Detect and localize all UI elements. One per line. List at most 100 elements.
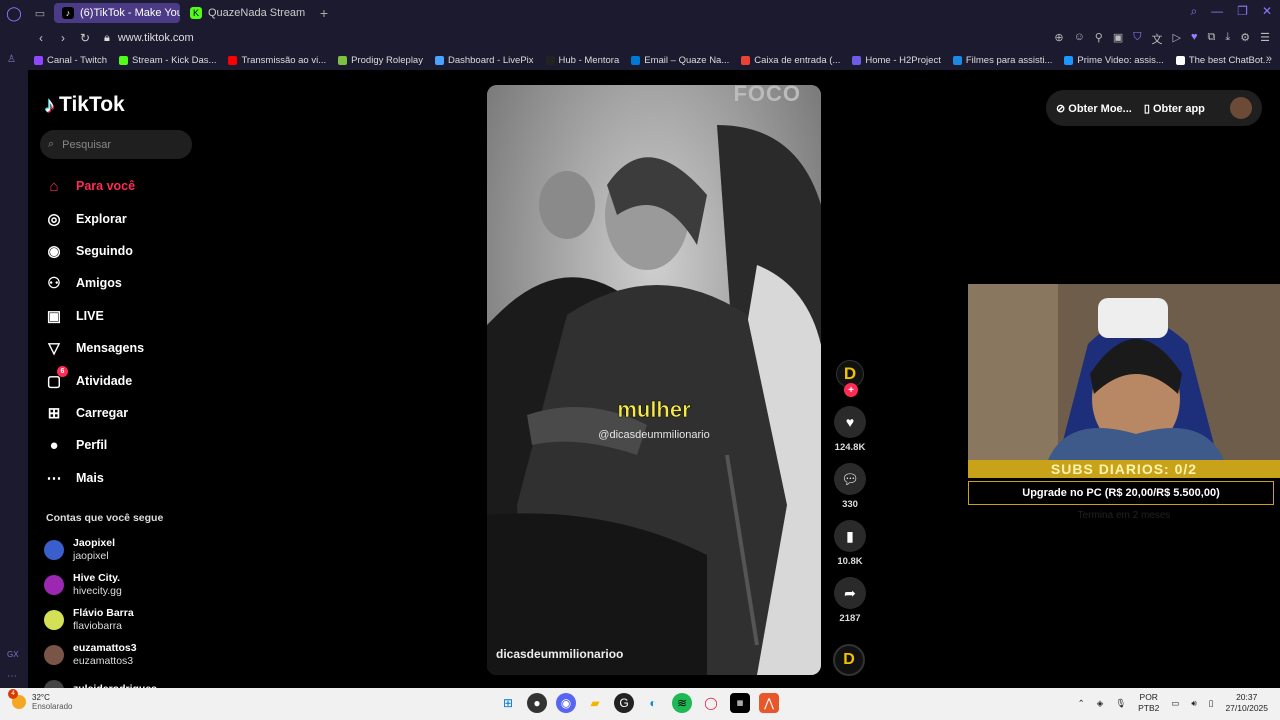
user-avatar[interactable] xyxy=(1230,97,1252,119)
bookmark-item[interactable]: Prime Video: assis... xyxy=(1064,55,1164,66)
bookmark-item[interactable]: Hub - Mentora xyxy=(545,55,619,66)
bookmark-item[interactable]: Dashboard - LivePix xyxy=(434,55,534,66)
sidebar-gx-icon[interactable]: GX xyxy=(7,650,19,659)
video-author[interactable]: dicasdeummilionarioo xyxy=(496,647,623,661)
app-g-icon[interactable]: G xyxy=(614,693,634,713)
tray-chevron-icon[interactable]: ⌃ xyxy=(1078,698,1085,709)
network-icon[interactable]: ▭ xyxy=(1171,698,1179,709)
bookmark-item[interactable]: Filmes para assisti... xyxy=(952,55,1052,66)
window-controls: ⌕ — ❐ ✕ xyxy=(1190,4,1272,19)
bookmark-item[interactable]: Stream - Kick Das... xyxy=(119,55,216,66)
pin-icon[interactable]: ⚲ xyxy=(1095,31,1103,47)
nav-item-messages[interactable]: ▽ Mensagens xyxy=(44,332,204,364)
nav-item-following[interactable]: ◉ Seguindo xyxy=(44,235,204,267)
follow-plus-icon[interactable]: + xyxy=(844,383,858,397)
settings-icon[interactable]: ⚙ xyxy=(1240,31,1250,47)
following-account[interactable]: euzamattos3 euzamattos3 xyxy=(44,637,214,672)
obs-icon[interactable]: ● xyxy=(527,693,547,713)
app-a-icon[interactable]: ⋀ xyxy=(759,693,779,713)
comment-button[interactable]: 💬︎ xyxy=(834,463,866,495)
reload-icon[interactable]: ↻ xyxy=(76,31,94,45)
battery-icon[interactable]: ▯ xyxy=(1209,698,1214,709)
following-account[interactable]: zuleiderodrigues... xyxy=(44,672,214,688)
search-input[interactable]: ⌕ Pesquisar xyxy=(40,130,192,159)
forward-icon[interactable]: › xyxy=(54,31,72,45)
bookmark-icon: ▮ xyxy=(846,527,854,544)
translate-icon[interactable]: 文 xyxy=(1152,31,1163,47)
save-button[interactable]: ▮ xyxy=(834,520,866,552)
notification-badge: 6 xyxy=(57,366,68,378)
bookmark-item[interactable]: Canal - Twitch xyxy=(34,55,107,66)
download-icon[interactable]: ⤓ xyxy=(1225,31,1230,47)
extensions-icon[interactable]: ⧉ xyxy=(1208,31,1216,47)
sidebar-more-icon[interactable]: ⋯ xyxy=(7,671,17,682)
opera-icon[interactable]: ◯ xyxy=(701,693,721,713)
nav-item-compass[interactable]: ◎ Explorar xyxy=(44,202,204,234)
nav-item-profile[interactable]: ● Perfil xyxy=(44,429,204,461)
mic-icon[interactable]: 🎙︎ xyxy=(1115,698,1126,709)
bookmarks-more-icon[interactable]: » xyxy=(1266,53,1272,65)
following-account[interactable]: Flávio Barra flaviobarra xyxy=(44,602,214,637)
upgrade-goal: Upgrade no PC (R$ 20,00/R$ 5.500,00) xyxy=(968,481,1274,505)
browser-sidebar: ♙ GX ⋯ xyxy=(0,26,28,688)
following-account[interactable]: Jaopixel jaopixel xyxy=(44,532,214,567)
shield-icon[interactable]: ⛉ xyxy=(1133,31,1141,47)
tray-app-icon[interactable]: ◈ xyxy=(1097,698,1104,709)
bookmark-item[interactable]: Transmissão ao vi... xyxy=(228,55,326,66)
camera-icon[interactable]: ▣ xyxy=(1113,31,1123,47)
bookmark-label: Caixa de entrada (... xyxy=(754,54,841,66)
nav-item-upload[interactable]: ⊞ Carregar xyxy=(44,397,204,429)
video-player[interactable]: FOCO mulher @dicasdeummilionario dicasde… xyxy=(487,85,821,675)
tab-tiktok[interactable]: ♪ (6)TikTok - Make Your Da xyxy=(54,3,180,23)
nav-item-home[interactable]: ⌂ Para você xyxy=(44,170,204,202)
streamdeck-icon[interactable]: ▦ xyxy=(730,693,750,713)
nav-item-live[interactable]: ▣ LIVE xyxy=(44,300,204,332)
sidebar-messenger-icon[interactable]: ♙ xyxy=(7,54,16,65)
tab-menu-icon[interactable]: ▭ xyxy=(28,0,52,26)
emoji-icon[interactable]: ☺ xyxy=(1074,31,1085,47)
nav-item-more[interactable]: ⋯ Mais xyxy=(44,462,204,494)
tab-kick[interactable]: K QuazeNada Stream - Wat xyxy=(182,3,308,23)
back-icon[interactable]: ‹ xyxy=(32,31,50,45)
zoom-icon[interactable]: ⊕ xyxy=(1054,31,1063,47)
minimize-icon[interactable]: — xyxy=(1211,4,1223,19)
send-icon[interactable]: ▷ xyxy=(1173,31,1181,47)
folder-icon[interactable]: ▰ xyxy=(585,693,605,713)
bookmark-item[interactable]: The best ChatBot... xyxy=(1175,55,1271,66)
search-tabs-icon[interactable]: ⌕ xyxy=(1190,4,1197,19)
bookmark-favicon-icon xyxy=(34,55,43,65)
start-icon[interactable]: ⊞ xyxy=(498,693,518,713)
bookmark-item[interactable]: Email – Quaze Na... xyxy=(631,55,729,66)
nav-item-activity[interactable]: ▢ 6 Atividade xyxy=(44,364,204,396)
language-indicator[interactable]: POR PTB2 xyxy=(1138,692,1159,714)
heart-icon[interactable]: ♥ xyxy=(1191,31,1198,47)
tiktok-logo[interactable]: ♪ TikTok xyxy=(44,92,125,118)
following-account[interactable]: Hive City. hivecity.gg xyxy=(44,567,214,602)
share-button[interactable]: ➦ xyxy=(834,577,866,609)
clock[interactable]: 20:37 27/10/2025 xyxy=(1225,692,1268,714)
close-icon[interactable]: ✕ xyxy=(1262,4,1272,19)
like-button[interactable]: ♥ xyxy=(834,406,866,438)
tiktok-favicon-icon: ♪ xyxy=(62,7,74,19)
coins-button[interactable]: ⊘ Obter Moe... xyxy=(1056,102,1132,115)
weather-widget[interactable]: 4 32°C Ensolarado xyxy=(8,689,72,711)
maximize-icon[interactable]: ❐ xyxy=(1237,4,1248,19)
bookmark-favicon-icon xyxy=(545,55,555,65)
bookmark-item[interactable]: Prodigy Roleplay xyxy=(338,55,423,66)
new-tab-button[interactable]: + xyxy=(314,5,334,21)
heart-icon: ♥ xyxy=(845,414,855,430)
edge-icon[interactable]: ◐ xyxy=(643,693,663,713)
volume-icon[interactable]: 🔊︎ xyxy=(1191,698,1196,709)
url-field[interactable]: 🔒︎ www.tiktok.com xyxy=(104,32,194,45)
creator-avatar[interactable]: D + xyxy=(836,360,864,397)
tiktok-nav: ⌂ Para você ◎ Explorar ◉ Seguindo ⚇ Amigos ▣ LIVE… xyxy=(44,170,204,494)
opera-logo-icon[interactable]: ◯ xyxy=(0,0,28,26)
menu-icon[interactable]: ☰ xyxy=(1260,31,1270,47)
discord-icon[interactable]: ◉ xyxy=(556,693,576,713)
spotify-icon[interactable]: ≋ xyxy=(672,693,692,713)
nav-item-friends[interactable]: ⚇ Amigos xyxy=(44,267,204,299)
bookmark-item[interactable]: Caixa de entrada (... xyxy=(741,55,840,66)
get-app-button[interactable]: ▯ Obter app xyxy=(1144,102,1205,115)
music-disc[interactable]: D xyxy=(833,644,865,676)
bookmark-item[interactable]: Home - H2Project xyxy=(852,55,941,66)
